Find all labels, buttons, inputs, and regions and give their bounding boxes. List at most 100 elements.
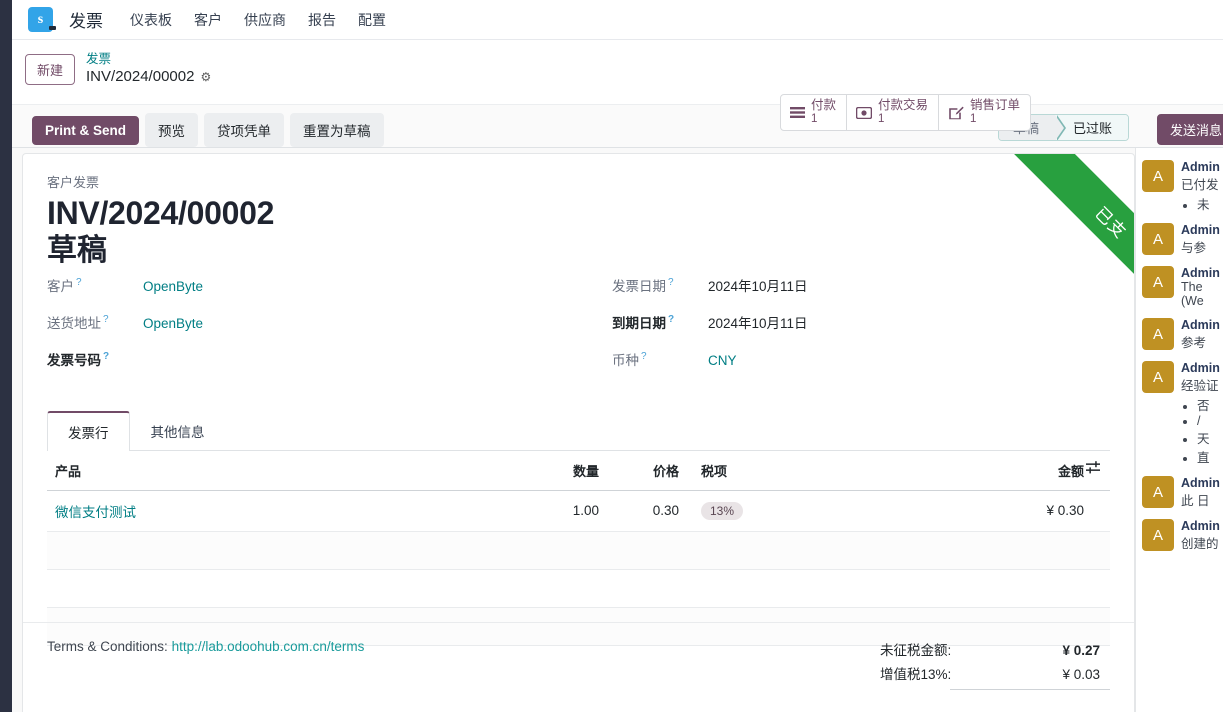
chatter-message: A Admin 已付发 未 xyxy=(1142,160,1223,213)
chatter-bullet: 未 xyxy=(1197,194,1220,213)
invoice-lines-table: 产品 数量 价格 税项 金额 微信支付测试 1.00 0.30 13% ¥ 0.… xyxy=(47,450,1110,646)
nav-app-title[interactable]: 发票 xyxy=(69,7,103,32)
chatter-message-body: Admin 已付发 未 xyxy=(1181,160,1220,213)
chatter-text: 经验证 xyxy=(1181,379,1219,393)
stat-button-payment-transactions[interactable]: 付款交易 1 xyxy=(847,95,939,130)
terms-and-conditions: Terms & Conditions: http://lab.odoohub.c… xyxy=(47,637,364,654)
form-column-right: 发票日期? 2024年10月11日 到期日期? 2024年10月11日 币种? … xyxy=(612,275,1092,386)
sheet-inner: 客户发票 INV/2024/00002 草稿 客户? OpenByte 送货地址… xyxy=(23,154,1134,646)
table-row-empty[interactable] xyxy=(47,569,1110,608)
form-columns: 客户? OpenByte 送货地址? OpenByte 发票号码? 发票日期? xyxy=(47,275,1110,386)
invoice-lines-table-wrap: 产品 数量 价格 税项 金额 微信支付测试 1.00 0.30 13% ¥ 0.… xyxy=(47,450,1110,646)
reset-to-draft-button[interactable]: 重置为草稿 xyxy=(290,113,384,147)
field-row-partner: 客户? OpenByte xyxy=(47,275,612,312)
field-value-invoice-date[interactable]: 2024年10月11日 xyxy=(708,275,808,295)
control-panel: 新建 发票 INV/2024/00002 ⚙ 付款 1 付款交易 1 销售订单 … xyxy=(12,40,1223,131)
action-toolbar: Print & Send 预览 贷项凭单 重置为草稿 草稿 已过账 发送消息 xyxy=(12,104,1223,148)
sliders-icon[interactable] xyxy=(1086,460,1100,476)
table-head: 产品 数量 价格 税项 金额 xyxy=(47,450,1110,491)
cell-price[interactable]: 0.30 xyxy=(607,490,687,532)
chatter-author: Admin xyxy=(1181,223,1220,237)
cell-product[interactable]: 微信支付测试 xyxy=(47,490,517,532)
avatar: A xyxy=(1142,266,1174,298)
chatter-message-body: Admin 参考 xyxy=(1181,318,1220,351)
tab-other-info[interactable]: 其他信息 xyxy=(130,411,226,451)
cell-taxes[interactable]: 13% xyxy=(687,490,947,532)
total-row-vat: 增值税13%: ¥ 0.03 xyxy=(880,661,1110,685)
total-row-untaxed: 未征税金额: ¥ 0.27 xyxy=(880,637,1110,661)
stat-button-sales-orders[interactable]: 销售订单 1 xyxy=(939,95,1030,130)
nav-item-dashboard[interactable]: 仪表板 xyxy=(119,6,183,34)
avatar: A xyxy=(1142,476,1174,508)
chatter-author: Admin xyxy=(1181,476,1220,490)
help-icon[interactable]: ? xyxy=(103,314,109,325)
breadcrumb-current-label: INV/2024/00002 xyxy=(86,67,195,85)
stat-label: 付款 xyxy=(810,98,836,113)
stat-button-payments-text: 付款 1 xyxy=(810,98,836,126)
new-button[interactable]: 新建 xyxy=(25,53,76,85)
breadcrumb-current: INV/2024/00002 ⚙ xyxy=(86,68,211,87)
col-header-quantity[interactable]: 数量 xyxy=(517,450,607,491)
cell-quantity[interactable]: 1.00 xyxy=(517,490,607,532)
table-row[interactable]: 微信支付测试 1.00 0.30 13% ¥ 0.30 xyxy=(47,490,1110,532)
cell-amount[interactable]: ¥ 0.30 xyxy=(947,490,1110,532)
avatar: A xyxy=(1142,519,1174,551)
invoice-sheet: 已支 客户发票 INV/2024/00002 草稿 客户? OpenByte 送… xyxy=(22,153,1135,712)
totals-divider xyxy=(950,689,1110,690)
help-icon[interactable]: ? xyxy=(641,351,647,362)
stat-button-payments[interactable]: 付款 1 xyxy=(781,95,847,130)
avatar: A xyxy=(1142,318,1174,350)
terms-link[interactable]: http://lab.odoohub.com.cn/terms xyxy=(172,639,365,654)
terms-label: Terms & Conditions: xyxy=(47,639,168,654)
field-value-delivery-address[interactable]: OpenByte xyxy=(143,316,203,331)
notebook-tabs: 发票行 其他信息 xyxy=(47,410,1110,451)
nav-item-configuration[interactable]: 配置 xyxy=(347,6,397,34)
field-row-due-date: 到期日期? 2024年10月11日 xyxy=(612,312,1092,349)
field-row-currency: 币种? CNY xyxy=(612,349,1092,386)
preview-button[interactable]: 预览 xyxy=(145,113,199,147)
total-label-untaxed: 未征税金额: xyxy=(880,643,952,658)
field-value-due-date[interactable]: 2024年10月11日 xyxy=(708,312,808,332)
breadcrumb-parent-link[interactable]: 发票 xyxy=(86,52,211,68)
chatter-message: A Admin 参考 xyxy=(1142,318,1223,351)
total-value-untaxed: ¥ 0.27 xyxy=(1062,643,1100,658)
help-icon[interactable]: ? xyxy=(668,314,674,325)
record-type-label: 客户发票 xyxy=(47,175,100,190)
print-and-send-button[interactable]: Print & Send xyxy=(32,115,140,145)
chatter-message-body: Admin 创建的 xyxy=(1181,519,1220,552)
bars-icon xyxy=(789,106,805,119)
nav-item-customers[interactable]: 客户 xyxy=(183,6,233,34)
col-header-product[interactable]: 产品 xyxy=(47,450,517,491)
chatter-panel: A Admin 已付发 未 A Admin 与参 A Admin The (We… xyxy=(1135,148,1223,712)
left-rail xyxy=(0,0,12,712)
form-column-left: 客户? OpenByte 送货地址? OpenByte 发票号码? xyxy=(47,275,612,386)
help-icon[interactable]: ? xyxy=(76,277,82,288)
chatter-message: A Admin 与参 xyxy=(1142,223,1223,256)
field-label-currency: 币种? xyxy=(612,351,647,368)
nav-item-reporting[interactable]: 报告 xyxy=(297,6,347,34)
pencil-square-icon xyxy=(948,106,964,120)
table-row-empty[interactable] xyxy=(47,531,1110,570)
nav-item-vendors[interactable]: 供应商 xyxy=(233,6,297,34)
tab-invoice-lines[interactable]: 发票行 xyxy=(47,410,130,451)
product-link[interactable]: 微信支付测试 xyxy=(55,505,136,520)
help-icon[interactable]: ? xyxy=(103,351,109,362)
chatter-text: The xyxy=(1181,280,1203,294)
record-subtitle: 草稿 xyxy=(47,233,107,267)
help-icon[interactable]: ? xyxy=(668,277,674,288)
credit-note-button[interactable]: 贷项凭单 xyxy=(204,113,285,147)
chatter-text: 创建的 xyxy=(1181,537,1219,551)
chatter-message: A Admin The (We xyxy=(1142,266,1223,308)
col-header-taxes[interactable]: 税项 xyxy=(687,450,947,491)
top-navbar: s 发票 仪表板 客户 供应商 报告 配置 xyxy=(12,0,1223,40)
field-value-currency[interactable]: CNY xyxy=(708,353,737,368)
money-bill-icon xyxy=(855,106,872,119)
tax-badge: 13% xyxy=(701,501,744,520)
stat-label: 付款交易 xyxy=(877,98,928,113)
odoo-invoice-page: s 发票 仪表板 客户 供应商 报告 配置 新建 发票 INV/2024/000… xyxy=(0,0,1223,712)
gear-icon[interactable]: ⚙ xyxy=(200,71,211,83)
send-message-button[interactable]: 发送消息 xyxy=(1156,114,1223,145)
field-value-partner[interactable]: OpenByte xyxy=(143,279,203,294)
col-header-price[interactable]: 价格 xyxy=(607,450,687,491)
avatar: A xyxy=(1142,160,1174,192)
